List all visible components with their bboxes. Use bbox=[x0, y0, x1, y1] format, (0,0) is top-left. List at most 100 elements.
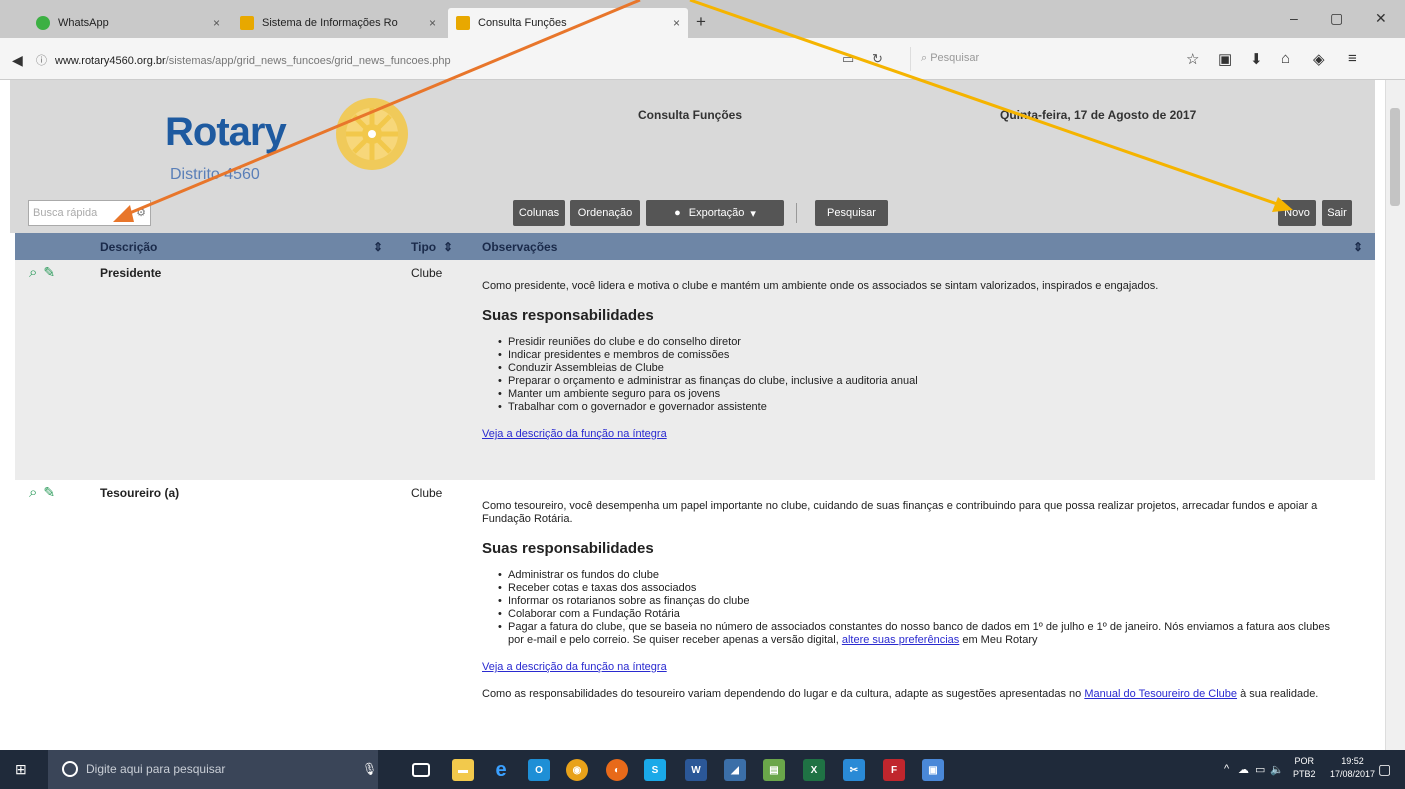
edit-pencil-icon[interactable]: ✎ bbox=[43, 484, 55, 501]
maximize-button[interactable]: ▢ bbox=[1330, 10, 1343, 27]
clock-time: 19:52 bbox=[1341, 756, 1364, 766]
sort-icon[interactable]: ⇕ bbox=[1353, 240, 1363, 254]
skype-icon[interactable]: S bbox=[644, 759, 666, 781]
new-tab-button[interactable]: + bbox=[696, 12, 706, 32]
close-window-button[interactable]: ✕ bbox=[1375, 10, 1387, 27]
grid-header: Descrição ⇕ Tipo ⇕ Observações ⇕ bbox=[15, 233, 1375, 260]
notification-icon[interactable]: ▢ bbox=[1378, 761, 1391, 778]
word-icon[interactable]: W bbox=[685, 759, 707, 781]
close-tab-icon[interactable]: × bbox=[213, 16, 220, 30]
address-bar[interactable]: ⓘ www.rotary4560.org.br/sistemas/app/grid… bbox=[36, 52, 451, 68]
list-item: Administrar os fundos do clube bbox=[498, 569, 1342, 582]
url-host: www.rotary4560.org.br bbox=[55, 55, 166, 67]
treasurer-manual-link[interactable]: Manual do Tesoureiro de Clube bbox=[1084, 688, 1237, 700]
file-explorer-icon[interactable]: ▬ bbox=[452, 759, 474, 781]
preferences-link[interactable]: altere suas preferências bbox=[842, 634, 959, 646]
whatsapp-icon bbox=[36, 16, 50, 30]
sair-button[interactable]: Sair bbox=[1322, 200, 1352, 226]
tab-consulta-funcoes-active[interactable]: Consulta Funções × bbox=[448, 8, 688, 38]
edge-icon[interactable]: e bbox=[490, 759, 512, 781]
export-icon: ● bbox=[674, 207, 681, 219]
ordenacao-button[interactable]: Ordenação bbox=[570, 200, 640, 226]
list-item-text: em Meu Rotary bbox=[959, 634, 1038, 646]
task-view-icon[interactable] bbox=[412, 763, 430, 777]
quick-search-input[interactable]: Busca rápida ⚙ bbox=[28, 200, 151, 226]
exportacao-button[interactable]: ● Exportação ▾ bbox=[646, 200, 784, 226]
view-magnifier-icon[interactable]: ⌕ bbox=[29, 264, 37, 281]
bookmark-star-icon[interactable]: ☆ bbox=[1186, 50, 1199, 68]
cloud-icon[interactable]: ☁ bbox=[1238, 763, 1249, 776]
column-descricao[interactable]: Descrição bbox=[100, 240, 157, 254]
menu-icon[interactable]: ≡ bbox=[1348, 50, 1357, 67]
toolbar-divider bbox=[796, 203, 797, 223]
microphone-icon[interactable]: 🎙 bbox=[362, 762, 377, 776]
district-label: Distrito 4560 bbox=[170, 166, 260, 183]
edit-pencil-icon[interactable]: ✎ bbox=[43, 264, 55, 281]
lang-bottom: PTB2 bbox=[1293, 769, 1316, 779]
remote-desktop-icon[interactable]: ▣ bbox=[922, 759, 944, 781]
tab-label: WhatsApp bbox=[58, 17, 109, 29]
sort-icon[interactable]: ⇕ bbox=[443, 240, 453, 254]
list-item: Conduzir Assembleias de Clube bbox=[498, 362, 1342, 375]
site-favicon-icon bbox=[240, 16, 254, 30]
clipboard-icon[interactable]: ▣ bbox=[1218, 50, 1232, 68]
app-icon[interactable]: ◢ bbox=[724, 759, 746, 781]
system-clock[interactable]: 19:52 17/08/2017 bbox=[1330, 755, 1375, 781]
quick-search-options-icon[interactable]: ⚙ bbox=[136, 206, 146, 219]
sort-icon[interactable]: ⇕ bbox=[373, 240, 383, 254]
table-row: ⌕ ✎ Presidente Clube Como presidente, vo… bbox=[15, 260, 1375, 480]
language-indicator[interactable]: POR PTB2 bbox=[1293, 755, 1316, 781]
page-date: Quinta-feira, 17 de Agosto de 2017 bbox=[1000, 108, 1197, 122]
column-tipo[interactable]: Tipo bbox=[411, 240, 436, 254]
column-observacoes[interactable]: Observações bbox=[482, 240, 557, 254]
quick-search-placeholder: Busca rápida bbox=[33, 207, 98, 219]
browser-nav-bar: ◀ ⓘ www.rotary4560.org.br/sistemas/app/gr… bbox=[0, 38, 1405, 80]
close-tab-icon[interactable]: × bbox=[673, 16, 680, 30]
row-observacoes: Como tesoureiro, você desempenha um pape… bbox=[482, 500, 1342, 701]
volume-icon[interactable]: 🔈 bbox=[1270, 763, 1284, 776]
page-viewport: Rotary Distrito 4560 Consulta Funções Qu… bbox=[10, 80, 1385, 750]
exportacao-label: Exportação bbox=[688, 207, 745, 219]
page-header: Rotary Distrito 4560 Consulta Funções Qu… bbox=[10, 80, 1375, 185]
close-tab-icon[interactable]: × bbox=[429, 16, 436, 30]
pocket-icon[interactable]: ◈ bbox=[1313, 50, 1325, 68]
tab-whatsapp[interactable]: WhatsApp × bbox=[28, 8, 228, 38]
battery-icon[interactable]: ▭ bbox=[1255, 763, 1265, 776]
view-magnifier-icon[interactable]: ⌕ bbox=[29, 484, 37, 501]
tray-chevron-icon[interactable]: ^ bbox=[1224, 763, 1229, 775]
firefox-icon[interactable]: ◐ bbox=[606, 759, 628, 781]
list-item: Colaborar com a Fundação Rotária bbox=[498, 608, 1342, 621]
responsibilities-heading: Suas responsabilidades bbox=[482, 540, 654, 557]
reload-icon[interactable]: ↻ bbox=[872, 51, 883, 67]
taskbar-search-placeholder: Digite aqui para pesquisar bbox=[86, 762, 226, 776]
pesquisar-button[interactable]: Pesquisar bbox=[815, 200, 888, 226]
excel-icon[interactable]: X bbox=[803, 759, 825, 781]
minimize-button[interactable]: – bbox=[1290, 10, 1298, 26]
scrollbar-thumb[interactable] bbox=[1390, 108, 1400, 206]
tab-sistema[interactable]: Sistema de Informações Ro × bbox=[232, 8, 444, 38]
info-icon: ⓘ bbox=[36, 55, 47, 67]
browser-search-box[interactable]: ⌕ Pesquisar bbox=[910, 47, 1150, 71]
back-arrow-icon[interactable]: ◀ bbox=[12, 52, 23, 69]
row-observacoes: Como presidente, você lidera e motiva o … bbox=[482, 280, 1342, 441]
colunas-button[interactable]: Colunas bbox=[513, 200, 565, 226]
row-intro: Como presidente, você lidera e motiva o … bbox=[482, 280, 1159, 292]
taskbar-search-input[interactable]: Digite aqui para pesquisar bbox=[48, 750, 378, 789]
full-description-link[interactable]: Veja a descrição da função na íntegra bbox=[482, 428, 667, 440]
download-icon[interactable]: ⬇ bbox=[1250, 50, 1263, 68]
chrome-icon[interactable]: ◉ bbox=[566, 759, 588, 781]
home-icon[interactable]: ⌂ bbox=[1281, 50, 1290, 67]
rotary-logo-text: Rotary bbox=[165, 110, 287, 154]
photos-icon[interactable]: ▤ bbox=[763, 759, 785, 781]
chevron-down-icon: ▾ bbox=[750, 207, 756, 220]
network-tool-icon[interactable]: ✂ bbox=[843, 759, 865, 781]
responsibilities-heading: Suas responsabilidades bbox=[482, 307, 654, 324]
windows-start-icon[interactable]: ⊞ bbox=[15, 761, 27, 778]
reader-view-icon[interactable]: ▭ bbox=[842, 51, 854, 67]
full-description-link[interactable]: Veja a descrição da função na íntegra bbox=[482, 661, 667, 673]
novo-button[interactable]: Novo bbox=[1278, 200, 1316, 226]
outlook-icon[interactable]: O bbox=[528, 759, 550, 781]
filezilla-icon[interactable]: F bbox=[883, 759, 905, 781]
lang-top: POR bbox=[1294, 756, 1315, 766]
site-favicon-icon bbox=[456, 16, 470, 30]
